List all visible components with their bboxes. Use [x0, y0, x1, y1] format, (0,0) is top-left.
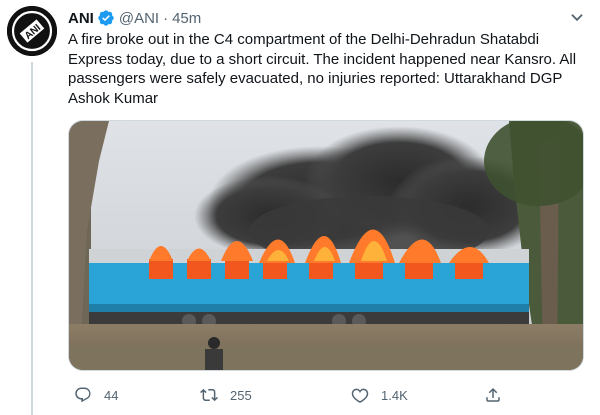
- share-icon: [486, 387, 500, 402]
- tweet-text: A fire broke out in the C4 compartment o…: [68, 31, 577, 107]
- separator-dot: ·: [163, 9, 169, 27]
- share-button[interactable]: [484, 382, 502, 408]
- tweet[interactable]: ANI ANI @ANI · 45m A fire broke out in t…: [0, 0, 600, 415]
- thread-line: [31, 62, 33, 415]
- retweet-icon: [200, 388, 218, 402]
- tweet-media-photo[interactable]: [68, 120, 584, 371]
- retweet-count: 255: [230, 387, 252, 403]
- verified-badge-icon: [97, 9, 115, 27]
- avatar[interactable]: ANI: [7, 6, 57, 56]
- ani-logo-icon: ANI: [7, 6, 57, 56]
- reply-count: 44: [104, 387, 119, 403]
- tweet-header: ANI @ANI · 45m: [68, 8, 201, 28]
- like-button[interactable]: 1.4K: [351, 382, 408, 408]
- reply-icon: [75, 387, 91, 403]
- reply-button[interactable]: 44: [74, 382, 118, 408]
- display-name[interactable]: ANI: [68, 10, 94, 27]
- user-handle[interactable]: @ANI: [119, 10, 159, 27]
- heart-icon: [351, 388, 369, 404]
- retweet-button[interactable]: 255: [200, 382, 252, 408]
- tweet-actions: 44 255 1.4K: [68, 382, 588, 408]
- tweet-timestamp[interactable]: 45m: [172, 10, 201, 27]
- burning-train-photo: [69, 121, 583, 370]
- more-chevron-icon[interactable]: [566, 7, 588, 29]
- like-count: 1.4K: [381, 387, 408, 403]
